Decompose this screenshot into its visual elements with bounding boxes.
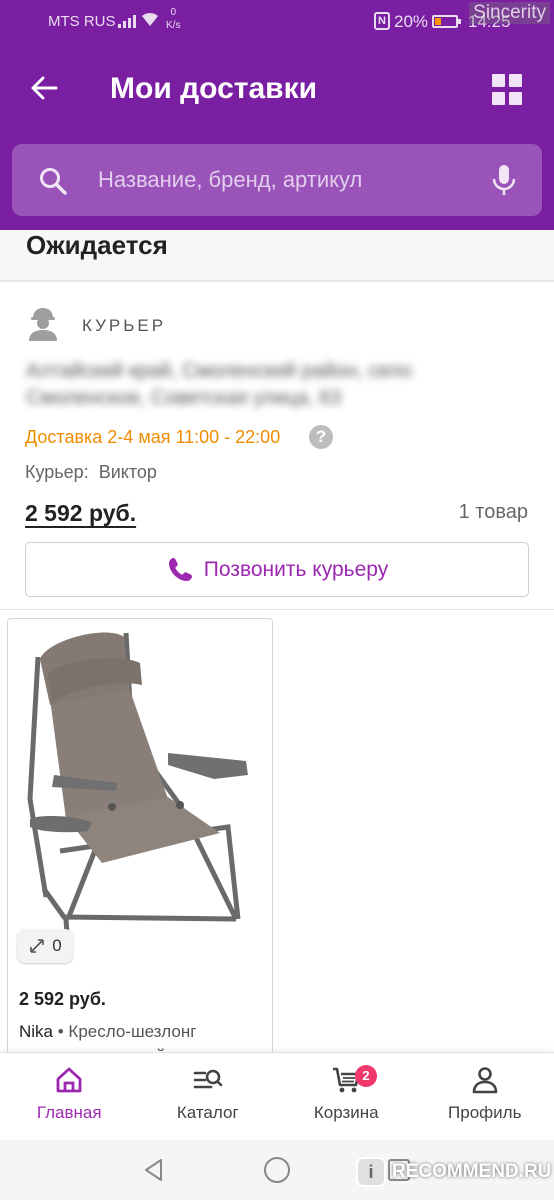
delivery-method-label: КУРЬЕР	[82, 316, 167, 335]
nav-label-catalog: Каталог	[176, 1103, 239, 1122]
app-header: Мои доставки	[0, 44, 554, 230]
cart-badge: 2	[355, 1065, 377, 1087]
grid-view-icon[interactable]	[492, 74, 524, 106]
search-input[interactable]	[98, 160, 478, 200]
nav-label-cart: Корзина	[313, 1103, 379, 1122]
call-courier-label: Позвонить курьеру	[203, 557, 389, 581]
microphone-icon[interactable]	[492, 164, 516, 198]
system-back-icon[interactable]	[141, 1157, 167, 1183]
nav-item-cart[interactable]: 2 Корзина	[277, 1053, 416, 1140]
product-brand: Nika	[19, 1022, 54, 1041]
order-total: 2 592 руб.	[25, 500, 137, 526]
folding-chair-image[interactable]	[8, 619, 272, 971]
section-divider	[0, 280, 554, 282]
watermark-logo-text: RECOMMEND.RU	[392, 1161, 552, 1182]
watermark-text: Sincerity	[469, 2, 550, 24]
expand-icon	[30, 939, 45, 953]
nav-item-home[interactable]: Главная	[0, 1053, 139, 1140]
wifi-icon	[142, 12, 158, 26]
search-icon[interactable]	[38, 166, 68, 196]
product-card[interactable]: 0 2 592 руб. Nika • Кресло-шезлонг склад…	[7, 618, 273, 1078]
nfc-icon: N	[374, 12, 390, 30]
nav-item-profile[interactable]: Профиль	[416, 1053, 554, 1140]
phone-icon	[168, 557, 192, 581]
courier-icon	[29, 308, 57, 341]
courier-label: Курьер:	[25, 462, 89, 482]
watermark-logo: i RECOMMEND.RU	[356, 1156, 551, 1188]
nav-label-home: Главная	[36, 1103, 102, 1122]
help-icon[interactable]: ?	[309, 425, 333, 449]
zoom-badge[interactable]: 0	[17, 929, 73, 963]
carrier-name: MTS RUS	[48, 13, 116, 30]
item-count: 1 товар	[458, 501, 528, 523]
watermark-logo-mark: i	[356, 1157, 386, 1187]
delivery-address: Алтайский край, Смоленский район, село С…	[26, 360, 412, 409]
battery-percent: 20%	[394, 12, 429, 31]
bottom-navigation: Главная Каталог 2 Корзина Профиль	[0, 1052, 554, 1140]
zoom-count: 0	[52, 936, 62, 955]
search-bar[interactable]	[12, 144, 542, 216]
nav-item-catalog[interactable]: Каталог	[139, 1053, 278, 1140]
delivery-time: Доставка 2-4 мая 11:00 - 22:00	[25, 427, 281, 447]
battery-icon	[432, 15, 461, 28]
system-home-icon[interactable]	[264, 1157, 290, 1183]
back-arrow-icon[interactable]	[26, 70, 62, 106]
courier-info: Курьер: Виктор	[25, 462, 167, 483]
call-courier-button[interactable]: Позвонить курьеру	[25, 542, 529, 597]
home-icon	[56, 1067, 82, 1093]
name-separator: •	[53, 1022, 69, 1041]
profile-icon	[472, 1067, 498, 1094]
page-title: Мои доставки	[110, 72, 318, 105]
section-title: Ожидается	[26, 230, 168, 260]
network-speed: 0 K/s	[166, 7, 181, 31]
courier-name: Виктор	[98, 462, 157, 482]
product-price: 2 592 руб.	[19, 989, 106, 1009]
catalog-search-icon	[193, 1069, 223, 1089]
signal-icon	[118, 12, 136, 28]
nav-label-profile: Профиль	[448, 1103, 522, 1122]
divider	[0, 609, 554, 610]
